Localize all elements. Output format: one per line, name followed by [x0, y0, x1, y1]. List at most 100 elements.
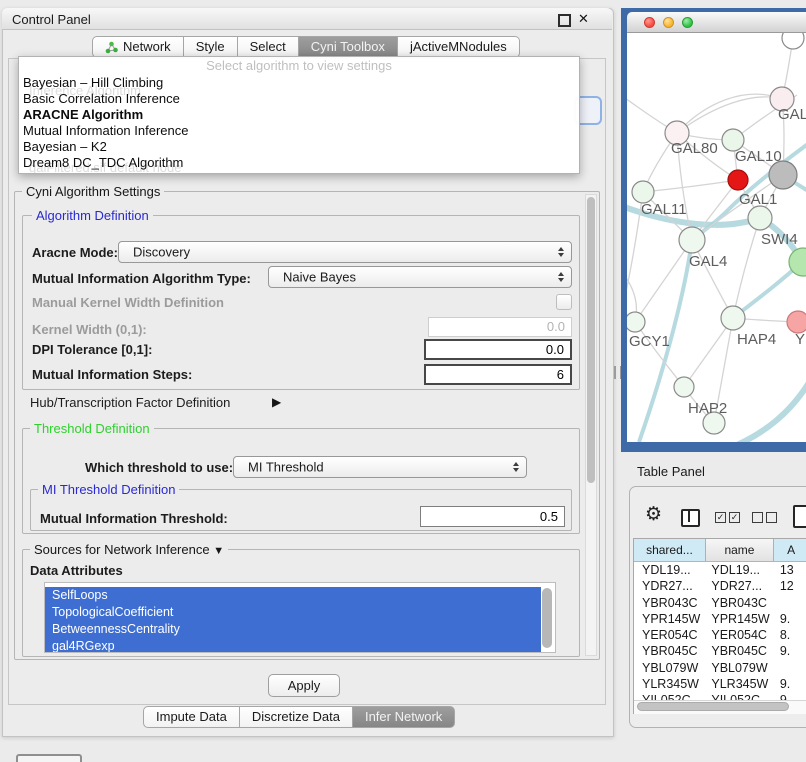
- table-cell: YDL19...: [706, 562, 774, 578]
- tab-label: Impute Data: [156, 707, 227, 727]
- tab-infer-network[interactable]: Infer Network: [353, 706, 455, 728]
- columns-icon-divider: [688, 510, 690, 522]
- network-node[interactable]: [782, 33, 804, 49]
- mi-algorithm-type-label: Mutual Information Algorithm Type:: [32, 272, 251, 286]
- control-panel-titlebar[interactable]: [2, 8, 612, 30]
- tab-impute-data[interactable]: Impute Data: [143, 706, 240, 728]
- tab-jactivemnodules[interactable]: jActiveMNodules: [398, 36, 520, 58]
- control-panel-tabbar: Network Style SelectCyni ToolboxjActiveMNo…: [92, 36, 520, 58]
- checked-box-icon: ✓: [729, 512, 740, 523]
- aracne-mode-combo[interactable]: Discovery: [118, 241, 572, 263]
- tab-label: Discretize Data: [252, 707, 340, 727]
- node-label: GAL11: [641, 201, 687, 218]
- algorithm-option-bayesian-hill-climbing[interactable]: Bayesian – Hill Climbing: [19, 75, 579, 91]
- dpi-tolerance-field[interactable]: 0.0: [424, 339, 572, 360]
- table-row[interactable]: YDL19...YDL19...13: [634, 562, 806, 578]
- kernel-width-field[interactable]: 0.0: [428, 317, 572, 337]
- tab-style[interactable]: Style: [184, 36, 238, 58]
- network-node-gcy1[interactable]: [627, 312, 645, 332]
- select-all-columns-icon[interactable]: ✓ ✓: [715, 512, 740, 523]
- which-threshold-combo[interactable]: MI Threshold: [233, 456, 527, 478]
- tab-cyni-toolbox[interactable]: Cyni Toolbox: [299, 36, 398, 58]
- data-attributes-list[interactable]: SelfLoopsTopologicalCoefficientBetweenne…: [44, 582, 556, 653]
- table-cell: YPR145W: [706, 611, 774, 627]
- new-table-icon[interactable]: [793, 505, 806, 528]
- close-icon[interactable]: ✕: [578, 11, 589, 27]
- table-row[interactable]: YBL079WYBL079W: [634, 660, 806, 676]
- control-panel-title: Control Panel: [12, 12, 91, 27]
- column-header-0[interactable]: shared...: [634, 539, 706, 561]
- network-node-swi4[interactable]: [748, 206, 772, 230]
- aracne-mode-value: Discovery: [133, 245, 190, 260]
- collapse-arrow-icon[interactable]: ▼: [213, 545, 224, 557]
- popup-placeholder: Select algorithm to view settings: [19, 57, 579, 75]
- algorithm-option-mutual-information-inference[interactable]: Mutual Information Inference: [19, 123, 579, 139]
- zoom-traffic-light-icon[interactable]: [682, 17, 693, 28]
- table-body: YDL19...YDL19...13YDR27...YDR27...12YBR0…: [634, 562, 806, 709]
- kernel-width-label: Kernel Width (0,1):: [32, 323, 147, 337]
- deselect-all-columns-icon[interactable]: [752, 512, 777, 523]
- network-node-hap2[interactable]: [674, 377, 694, 397]
- hub-definition-label[interactable]: Hub/Transcription Factor Definition: [30, 396, 230, 410]
- attributes-scrollbar-thumb[interactable]: [542, 588, 552, 648]
- data-attribute-item-gal4rgexp[interactable]: gal4RGexp: [45, 638, 541, 653]
- gear-icon[interactable]: ⚙: [645, 503, 662, 526]
- table-cell: YDL19...: [634, 562, 706, 578]
- network-node-gal4[interactable]: [679, 227, 705, 253]
- algorithm-option-basic-correlation-inference[interactable]: Basic Correlation Inference: [19, 91, 579, 107]
- algorithm-option-bayesian-k2[interactable]: Bayesian – K2: [19, 139, 579, 155]
- network-node-y[interactable]: [787, 311, 806, 333]
- table-cell: 9.: [775, 676, 806, 692]
- sources-title-text: Sources for Network Inference: [34, 542, 210, 557]
- mi-threshold-field[interactable]: 0.5: [420, 506, 565, 527]
- table-row[interactable]: YPR145WYPR145W9.: [634, 611, 806, 627]
- table-cell: YBL079W: [634, 660, 706, 676]
- table-row[interactable]: YDR27...YDR27...12: [634, 578, 806, 594]
- tab-discretize-data[interactable]: Discretize Data: [240, 706, 353, 728]
- table-cell: 12: [775, 578, 806, 594]
- data-attribute-item-selfloops[interactable]: SelfLoops: [45, 587, 541, 604]
- tab-label: Style: [196, 37, 225, 57]
- node-label: GAL10: [735, 148, 782, 165]
- column-header-2[interactable]: A: [774, 539, 806, 561]
- mi-steps-field[interactable]: 6: [424, 364, 572, 385]
- network-canvas[interactable]: GALGAL80GAL10GAL1GAL11SWI4GAL4GCY1HAP4YH…: [627, 33, 806, 442]
- table-cell: 8.: [775, 627, 806, 643]
- column-header-1[interactable]: name: [706, 539, 774, 561]
- columns-icon[interactable]: [681, 509, 700, 527]
- tab-network[interactable]: Network: [92, 36, 184, 58]
- data-attribute-item-topologicalcoefficient[interactable]: TopologicalCoefficient: [45, 604, 541, 621]
- data-attribute-item-betweennesscentrality[interactable]: BetweennessCentrality: [45, 621, 541, 638]
- minimize-traffic-light-icon[interactable]: [663, 17, 674, 28]
- algorithm-dropdown-popup: Inference Algorithm galFiltered.sif defa…: [18, 56, 580, 174]
- network-edge: [684, 318, 733, 387]
- mi-algorithm-type-combo[interactable]: Naive Bayes: [268, 266, 572, 288]
- table-row[interactable]: YER054CYER054C8.: [634, 627, 806, 643]
- table-cell: [775, 660, 806, 676]
- close-traffic-light-icon[interactable]: [644, 17, 655, 28]
- network-node[interactable]: [769, 161, 797, 189]
- float-window-icon[interactable]: [558, 14, 571, 27]
- table-cell: YDR27...: [706, 578, 774, 594]
- table-hscrollbar-thumb[interactable]: [637, 702, 789, 711]
- apply-button[interactable]: Apply: [268, 674, 340, 697]
- network-graph: GALGAL80GAL10GAL1GAL11SWI4GAL4GCY1HAP4YH…: [627, 33, 806, 442]
- table-row[interactable]: YBR043CYBR043C: [634, 595, 806, 611]
- settings-scrollbar-thumb[interactable]: [587, 197, 595, 483]
- algorithm-definition-title: Algorithm Definition: [32, 208, 153, 223]
- mi-algorithm-type-value: Naive Bayes: [283, 270, 356, 285]
- table-row[interactable]: YBR045CYBR045C9.: [634, 643, 806, 659]
- tab-label: Infer Network: [365, 707, 442, 727]
- network-node-gal1[interactable]: [728, 170, 748, 190]
- table-row[interactable]: YLR345WYLR345W9.: [634, 676, 806, 692]
- network-node-hap4[interactable]: [721, 306, 745, 330]
- table-header-row: shared...nameA: [634, 539, 806, 562]
- algorithm-option-dream8-dc-tdc-algorithm[interactable]: Dream8 DC_TDC Algorithm: [19, 155, 579, 171]
- data-attributes-label: Data Attributes: [30, 564, 123, 578]
- manual-kernel-width-checkbox[interactable]: [556, 294, 572, 310]
- expand-arrow-icon[interactable]: ▶: [272, 395, 281, 409]
- algorithm-option-aracne-algorithm[interactable]: ARACNE Algorithm: [19, 107, 579, 123]
- table-cell: YBR045C: [706, 643, 774, 659]
- network-node-gal11[interactable]: [632, 181, 654, 203]
- tab-select[interactable]: Select: [238, 36, 299, 58]
